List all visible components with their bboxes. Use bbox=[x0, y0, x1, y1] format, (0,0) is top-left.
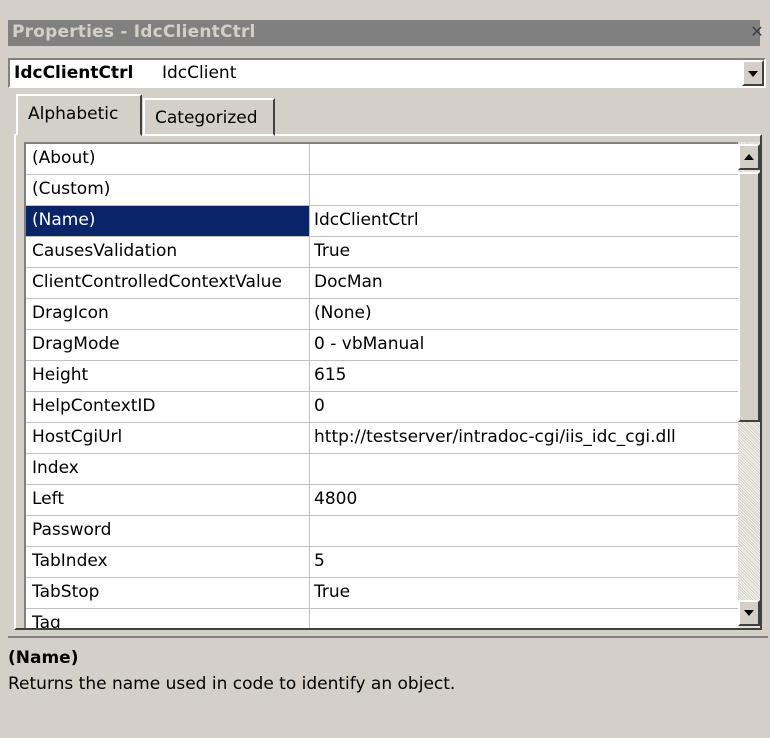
arrow-up-icon bbox=[744, 154, 754, 160]
property-name[interactable]: (About) bbox=[26, 144, 310, 174]
property-name[interactable]: DragIcon bbox=[26, 299, 310, 329]
property-value[interactable] bbox=[312, 144, 738, 178]
object-class: IdcClient bbox=[162, 63, 237, 83]
scroll-thumb[interactable] bbox=[738, 172, 760, 422]
property-name[interactable]: Height bbox=[26, 361, 310, 391]
property-name[interactable]: TabStop bbox=[26, 578, 310, 608]
property-row[interactable]: CausesValidation True bbox=[26, 237, 738, 268]
property-name[interactable]: TabIndex bbox=[26, 547, 310, 577]
property-row[interactable]: TabStop True bbox=[26, 578, 738, 609]
property-value[interactable]: True bbox=[312, 578, 738, 612]
property-value[interactable] bbox=[312, 609, 738, 628]
scroll-down-button[interactable] bbox=[738, 600, 760, 626]
tab-categorized[interactable]: Categorized bbox=[143, 98, 275, 136]
property-row[interactable]: Index bbox=[26, 454, 738, 485]
property-value[interactable] bbox=[312, 516, 738, 550]
property-value[interactable]: 615 bbox=[312, 361, 738, 395]
tab-alphabetic[interactable]: Alphabetic bbox=[16, 94, 142, 136]
property-name[interactable]: CausesValidation bbox=[26, 237, 310, 267]
property-name[interactable]: HelpContextID bbox=[26, 392, 310, 422]
object-name: IdcClientCtrl bbox=[14, 63, 134, 83]
title-bar[interactable]: Properties - IdcClientCtrl ✕ bbox=[8, 20, 764, 46]
object-dropdown-button[interactable] bbox=[742, 60, 764, 86]
property-name[interactable]: Index bbox=[26, 454, 310, 484]
property-row[interactable]: HostCgiUrl http://testserver/intradoc-cgi… bbox=[26, 423, 738, 454]
property-value[interactable] bbox=[312, 454, 738, 488]
arrow-down-icon bbox=[744, 610, 754, 616]
property-name[interactable]: Password bbox=[26, 516, 310, 546]
property-value[interactable]: True bbox=[312, 237, 738, 271]
close-icon[interactable]: ✕ bbox=[748, 22, 766, 42]
property-row[interactable]: HelpContextID 0 bbox=[26, 392, 738, 423]
property-value[interactable]: (None) bbox=[312, 299, 738, 333]
property-row[interactable]: Left 4800 bbox=[26, 485, 738, 516]
chevron-down-icon bbox=[748, 71, 758, 77]
property-row[interactable]: Password bbox=[26, 516, 738, 547]
object-selector[interactable]: IdcClientCtrl IdcClient bbox=[8, 58, 766, 88]
description-title: (Name) bbox=[8, 648, 79, 668]
property-row[interactable]: Height 615 bbox=[26, 361, 738, 392]
property-name[interactable]: ClientControlledContextValue bbox=[26, 268, 310, 298]
property-name[interactable]: (Name) bbox=[26, 206, 310, 236]
property-value[interactable]: DocMan bbox=[312, 268, 738, 302]
vertical-scrollbar[interactable] bbox=[738, 142, 760, 628]
property-value[interactable]: 0 - vbManual bbox=[312, 330, 738, 364]
scroll-up-button[interactable] bbox=[738, 144, 760, 170]
property-value[interactable]: 5 bbox=[312, 547, 738, 581]
property-row[interactable]: DragIcon (None) bbox=[26, 299, 738, 330]
property-row[interactable]: ClientControlledContextValue DocMan bbox=[26, 268, 738, 299]
property-row[interactable]: TabIndex 5 bbox=[26, 547, 738, 578]
property-row[interactable]: (Custom) bbox=[26, 175, 738, 206]
property-value[interactable]: IdcClientCtrl bbox=[312, 206, 738, 240]
property-name[interactable]: (Custom) bbox=[26, 175, 310, 205]
property-value[interactable]: 4800 bbox=[312, 485, 738, 519]
property-row[interactable]: (Name) IdcClientCtrl bbox=[26, 206, 738, 237]
property-value[interactable]: http://testserver/intradoc-cgi/iis_idc_c… bbox=[312, 423, 738, 457]
description-text: Returns the name used in code to identif… bbox=[8, 674, 456, 694]
property-name[interactable]: Left bbox=[26, 485, 310, 515]
window-title: Properties - IdcClientCtrl bbox=[12, 22, 256, 42]
description-pane: (Name) Returns the name used in code to … bbox=[8, 636, 768, 734]
property-name[interactable]: DragMode bbox=[26, 330, 310, 360]
property-row[interactable]: Tag bbox=[26, 609, 738, 628]
property-name[interactable]: Tag bbox=[26, 609, 310, 628]
property-grid: (About) (Custom) (Name) IdcClientCtrl Causes… bbox=[24, 142, 738, 628]
property-row[interactable]: DragMode 0 - vbManual bbox=[26, 330, 738, 361]
property-row[interactable]: (About) bbox=[26, 144, 738, 175]
property-name[interactable]: HostCgiUrl bbox=[26, 423, 310, 453]
property-value[interactable]: 0 bbox=[312, 392, 738, 426]
property-value[interactable] bbox=[312, 175, 738, 209]
